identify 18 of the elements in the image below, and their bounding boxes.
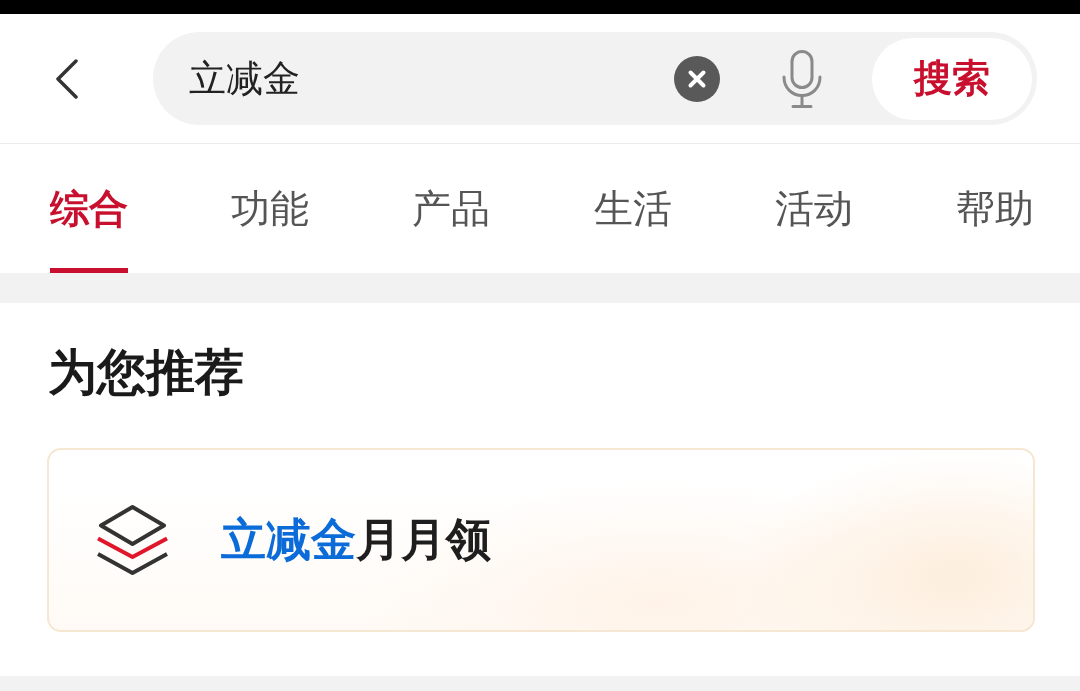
back-icon [55,58,79,99]
category-tab[interactable]: 生活 [593,144,672,273]
voice-button[interactable] [782,49,822,108]
card-title: 立减金月月领 [221,512,491,568]
microphone-icon [782,49,822,108]
search-button[interactable]: 搜索 [872,37,1032,120]
section-title: 为您推荐 [48,343,244,403]
search-bar[interactable]: 立减金 搜索 [153,32,1037,125]
clear-button[interactable] [674,55,720,102]
category-tab[interactable]: 产品 [412,144,491,273]
clear-icon [674,55,720,102]
category-tab[interactable]: 帮助 [955,144,1034,273]
category-tab[interactable]: 活动 [774,144,853,273]
search-input[interactable]: 立减金 [189,50,654,107]
layers-icon [95,504,170,576]
category-tab[interactable]: 功能 [231,144,310,273]
back-button[interactable] [55,57,79,100]
promo-card[interactable]: 立减金月月领 [47,448,1035,632]
